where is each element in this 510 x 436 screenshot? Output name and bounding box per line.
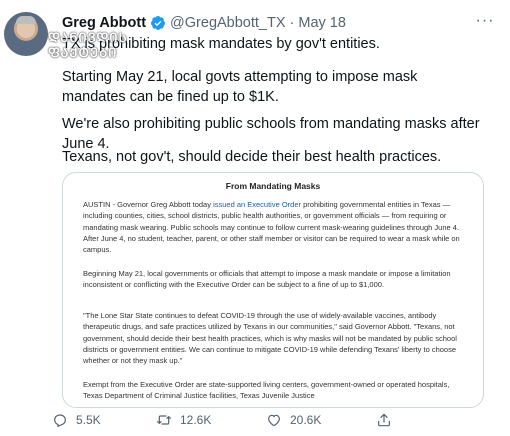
tweet-text-line: Texans, not gov't, should decide their b… — [62, 149, 442, 165]
tweet-text-line: Starting May 21, local govts attempting … — [62, 69, 418, 105]
document-title: From Mandating Masks — [225, 181, 321, 191]
paragraph-text: AUSTIN - Governor Greg Abbott today — [83, 200, 214, 209]
share-button[interactable] — [376, 412, 400, 428]
verified-badge-icon — [151, 16, 166, 30]
document-paragraph: Beginning May 21, local governments or o… — [83, 269, 451, 290]
reply-button[interactable]: 5.5K — [52, 412, 101, 428]
more-options-icon[interactable]: ··· — [474, 12, 496, 30]
executive-order-link: issued an Executive Order — [213, 200, 302, 209]
reply-icon — [54, 414, 66, 428]
author-name[interactable]: Greg Abbott — [62, 15, 146, 31]
tweet-actions: 5.5K 12.6K 20.6K — [52, 412, 472, 430]
tweet-date[interactable]: May 18 — [298, 15, 346, 31]
retweet-button[interactable]: 12.6K — [156, 412, 211, 428]
tweet[interactable]: Greg Abbott @GregAbbott_TX · May 18 ··· … — [0, 0, 510, 436]
watermark-logo: ᲓᲐᲜᲘᲕᲓᲘᲡ ᲤᲐᲥᲢᲔᲑᲘ — [48, 30, 128, 60]
retweet-icon — [157, 415, 171, 425]
reply-count: 5.5K — [76, 413, 101, 427]
document-paragraph: Exempt from the Executive Order are stat… — [83, 380, 450, 401]
like-button[interactable]: 20.6K — [266, 412, 321, 428]
attached-image[interactable]: From Mandating Masks AUSTIN - Governor G… — [62, 172, 484, 408]
like-count: 20.6K — [290, 413, 322, 427]
avatar[interactable] — [4, 12, 48, 56]
share-icon — [378, 413, 390, 427]
retweet-count: 12.6K — [180, 413, 212, 427]
author-handle[interactable]: @GregAbbott_TX — [170, 15, 285, 31]
document-paragraph: "The Lone Star State continues to defeat… — [83, 311, 457, 366]
heart-icon — [268, 414, 280, 427]
document-paragraph: AUSTIN - Governor Greg Abbott today issu… — [83, 199, 463, 255]
separator-dot: · — [289, 15, 295, 31]
